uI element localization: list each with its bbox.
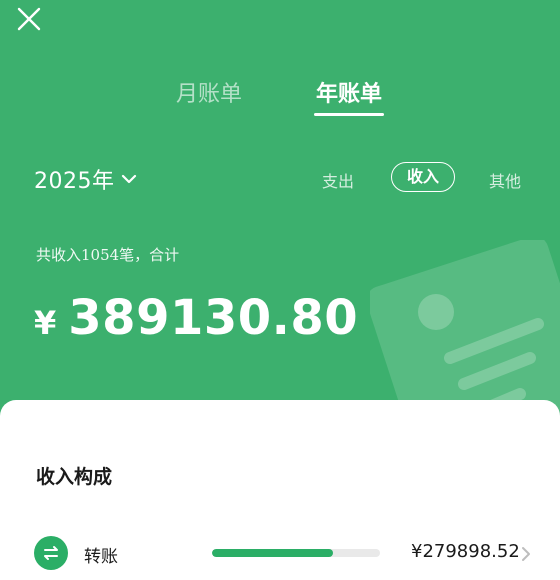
close-icon — [17, 7, 41, 31]
year-selector[interactable]: 2025年 — [34, 164, 137, 194]
income-count-text: 共收入1054笔，合计 — [36, 246, 180, 264]
close-button[interactable] — [16, 6, 42, 32]
income-breakdown-title: 收入构成 — [36, 466, 113, 488]
breakdown-item-name: 转账 — [84, 547, 118, 567]
share-progress-fill — [212, 549, 333, 557]
tab-yearly-bill[interactable]: 年账单 — [313, 76, 385, 116]
bill-document-illustration — [370, 240, 560, 420]
filter-other[interactable]: 其他 — [489, 168, 521, 192]
transfer-icon — [34, 536, 68, 570]
chevron-down-icon — [121, 174, 136, 184]
filter-income[interactable]: 收入 — [391, 162, 455, 192]
breakdown-row-transfer[interactable]: 转账 ¥279898.52 — [0, 534, 560, 574]
year-label: 2025年 — [34, 169, 115, 194]
bill-period-tabs: 月账单 年账单 — [0, 76, 560, 120]
currency-symbol: ¥ — [34, 304, 57, 342]
tab-monthly-bill[interactable]: 月账单 — [176, 76, 242, 108]
total-amount: ¥ 389130.80 — [34, 290, 358, 346]
income-breakdown-card: 收入构成 转账 ¥279898.52 — [0, 400, 560, 580]
breakdown-item-amount: ¥279898.52 — [411, 541, 520, 562]
filter-expense[interactable]: 支出 — [322, 168, 354, 192]
total-amount-value: 389130.80 — [68, 290, 359, 346]
share-progress-bar — [212, 549, 380, 557]
